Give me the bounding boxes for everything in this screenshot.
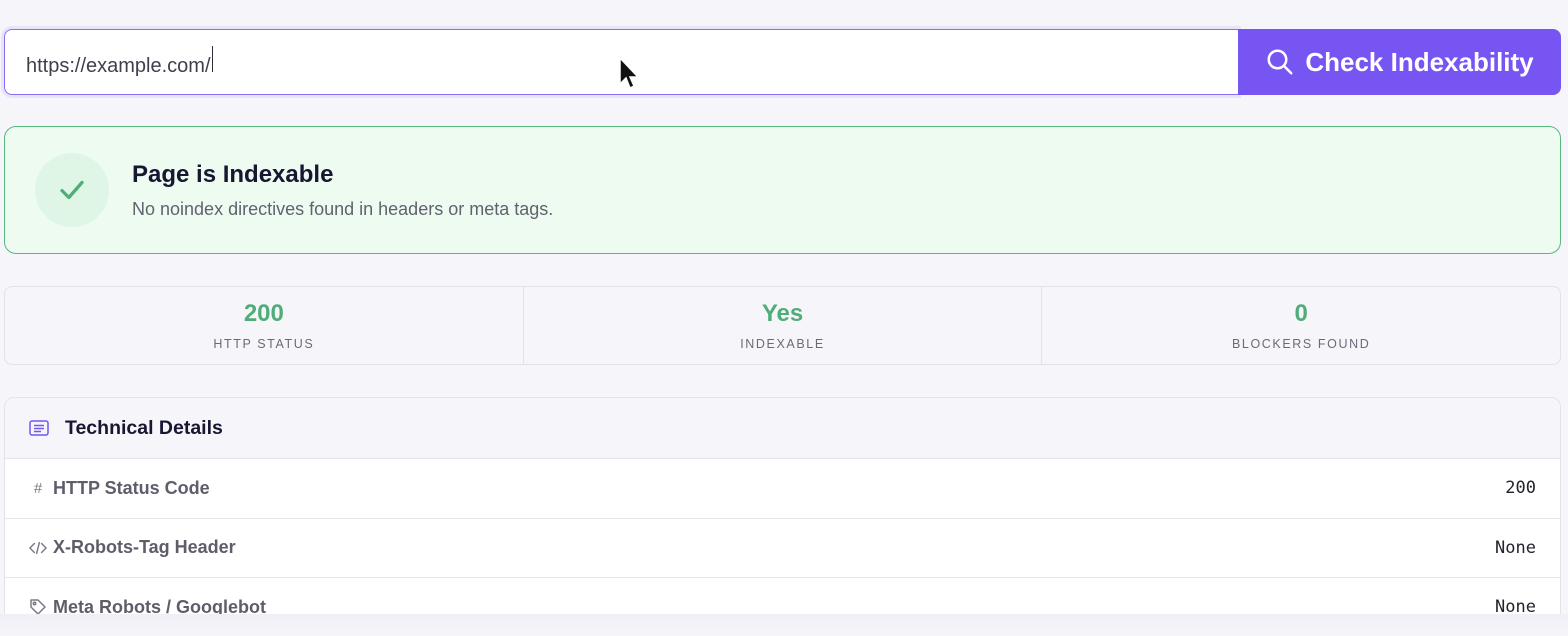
detail-value: None [1495,537,1536,558]
search-icon [1267,49,1293,75]
detail-row-x-robots: X-Robots-Tag Header None [5,519,1560,578]
page: https://example.com/ Check Indexability … [0,0,1568,636]
status-check-circle [35,153,109,227]
detail-value: 200 [1505,478,1536,499]
hash-icon: # [33,479,43,497]
stat-blockers: 0 BLOCKERS FOUND [1041,287,1560,364]
stats-summary: 200 HTTP STATUS Yes INDEXABLE 0 BLOCKERS… [4,286,1561,365]
stat-label: BLOCKERS FOUND [1231,337,1371,351]
result-title: Page is Indexable [132,160,334,188]
result-text: Page is Indexable No noindex directives … [132,161,553,220]
stat-label: INDEXABLE [740,337,825,351]
bottom-edge [0,614,1568,636]
stat-indexable: Yes INDEXABLE [522,287,1042,364]
technical-details-title: Technical Details [65,416,223,439]
detail-label: X-Robots-Tag Header [53,537,236,558]
technical-details-panel: Technical Details # HTTP Status Code 200… [4,397,1561,636]
list-icon [29,420,49,436]
url-search-bar: https://example.com/ Check Indexability [4,29,1561,95]
code-icon [29,539,47,557]
check-indexability-button[interactable]: Check Indexability [1238,29,1561,95]
stat-http-status: 200 HTTP STATUS [5,287,523,364]
technical-details-header: Technical Details [5,398,1560,459]
check-icon [60,180,84,200]
stat-label: HTTP STATUS [213,337,315,351]
result-subtitle: No noindex directives found in headers o… [132,198,554,219]
text-caret [211,46,214,72]
stat-value: 200 [243,300,284,327]
detail-row-http-status: # HTTP Status Code 200 [5,459,1560,519]
stat-value: 0 [1294,300,1308,327]
detail-label: HTTP Status Code [53,477,210,498]
mouse-cursor-icon [619,56,640,90]
result-banner: Page is Indexable No noindex directives … [4,126,1561,254]
stat-value: Yes [761,300,804,327]
check-button-label: Check Indexability [1305,46,1534,77]
